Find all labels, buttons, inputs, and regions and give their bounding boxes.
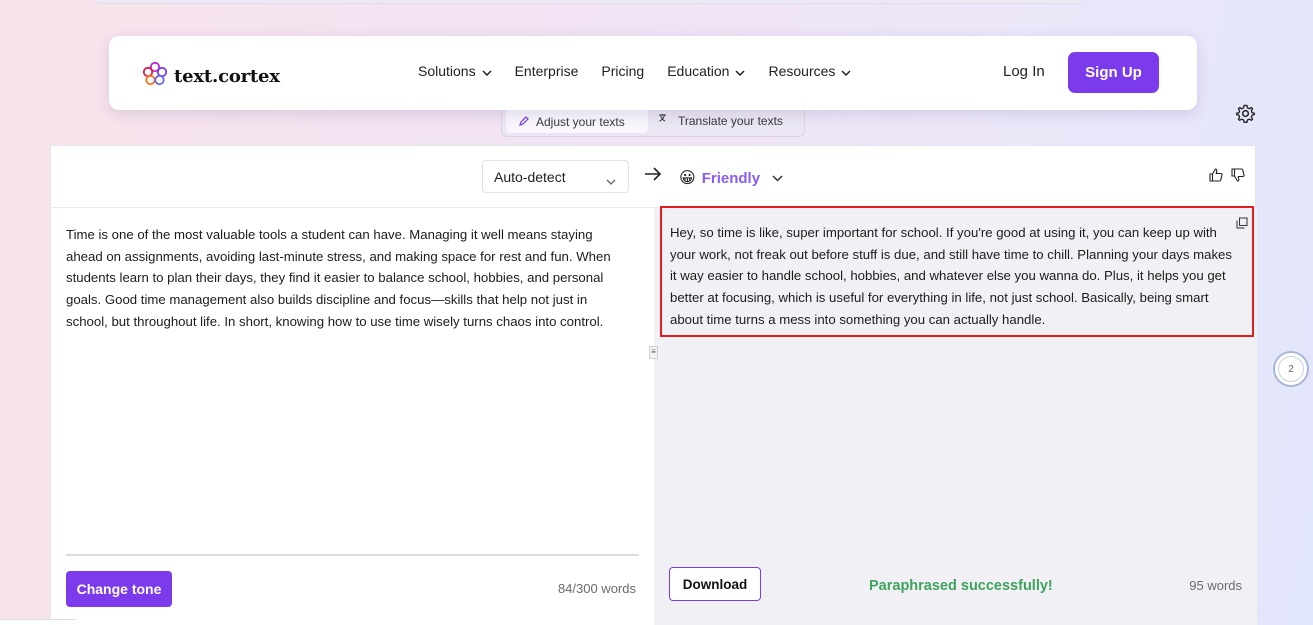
chevron-down-icon <box>841 63 851 79</box>
nav-item-label: Education <box>667 63 730 79</box>
smiley-emoji-icon: 😀 <box>679 170 696 187</box>
nav-item-label: Enterprise <box>514 63 579 79</box>
change-tone-button[interactable]: Change tone <box>66 571 172 607</box>
thumbs-down-icon[interactable] <box>1231 168 1245 187</box>
card-toolbar: Auto-detect 😀 Friendly <box>51 146 1255 208</box>
source-language-select[interactable]: Auto-detect <box>482 160 629 193</box>
paraphraser-card: Auto-detect 😀 Friendly Time is one of th… <box>50 145 1257 625</box>
floating-widget-button[interactable]: 2 <box>1273 351 1309 387</box>
input-divider <box>66 554 639 556</box>
nav-item-resources[interactable]: Resources <box>768 63 851 79</box>
download-button[interactable]: Download <box>669 567 761 601</box>
source-language-value: Auto-detect <box>494 168 566 185</box>
tab-adjust-label: Adjust your texts <box>536 115 625 129</box>
nav-item-label: Pricing <box>601 63 645 79</box>
output-pane: Hey, so time is like, super important fo… <box>654 206 1257 625</box>
chevron-down-icon <box>606 172 616 188</box>
output-text[interactable]: Hey, so time is like, super important fo… <box>670 222 1240 331</box>
pane-resize-handle[interactable]: ≡ <box>649 346 658 359</box>
copy-icon[interactable] <box>1236 216 1248 234</box>
main-nav: Solutions Enterprise Pricing Education R… <box>418 63 874 79</box>
feedback-buttons <box>1209 168 1245 187</box>
translate-icon <box>658 113 672 128</box>
tone-value: Friendly <box>701 169 761 187</box>
login-link[interactable]: Log In <box>1003 63 1045 80</box>
nav-item-label: Solutions <box>418 63 476 79</box>
bottom-edge <box>0 619 76 625</box>
thumbs-up-icon[interactable] <box>1209 168 1223 187</box>
output-highlight-box: Hey, so time is like, super important fo… <box>660 206 1254 337</box>
nav-item-label: Resources <box>768 63 836 79</box>
arrow-right-icon <box>644 167 662 186</box>
chevron-down-icon <box>772 169 783 187</box>
output-word-count: 95 words <box>1189 578 1242 593</box>
chevron-down-icon <box>735 63 746 79</box>
status-message: Paraphrased successfully! <box>869 578 1053 594</box>
top-navbar: text.cortex Solutions Enterprise Pricing… <box>109 36 1197 110</box>
tab-translate-label: Translate your texts <box>678 113 783 128</box>
input-textarea[interactable]: Time is one of the most valuable tools a… <box>66 224 626 333</box>
brand-name: text.cortex <box>174 66 280 87</box>
input-word-count: 84/300 words <box>557 581 636 596</box>
nav-item-solutions[interactable]: Solutions <box>418 63 492 79</box>
nav-item-enterprise[interactable]: Enterprise <box>515 63 579 79</box>
tone-select[interactable]: 😀 Friendly <box>679 168 783 188</box>
input-pane: Time is one of the most valuable tools a… <box>51 208 654 625</box>
nav-item-education[interactable]: Education <box>667 63 746 79</box>
nav-item-pricing[interactable]: Pricing <box>601 63 644 79</box>
pencil-icon <box>518 115 530 130</box>
floating-widget-count: 2 <box>1278 356 1304 382</box>
flower-logo-icon <box>142 61 168 91</box>
browser-top-strip <box>92 0 1088 4</box>
settings-gear-icon[interactable] <box>1235 104 1256 128</box>
brand-logo[interactable]: text.cortex <box>142 61 280 91</box>
signup-button[interactable]: Sign Up <box>1068 52 1159 93</box>
chevron-down-icon <box>482 63 492 79</box>
